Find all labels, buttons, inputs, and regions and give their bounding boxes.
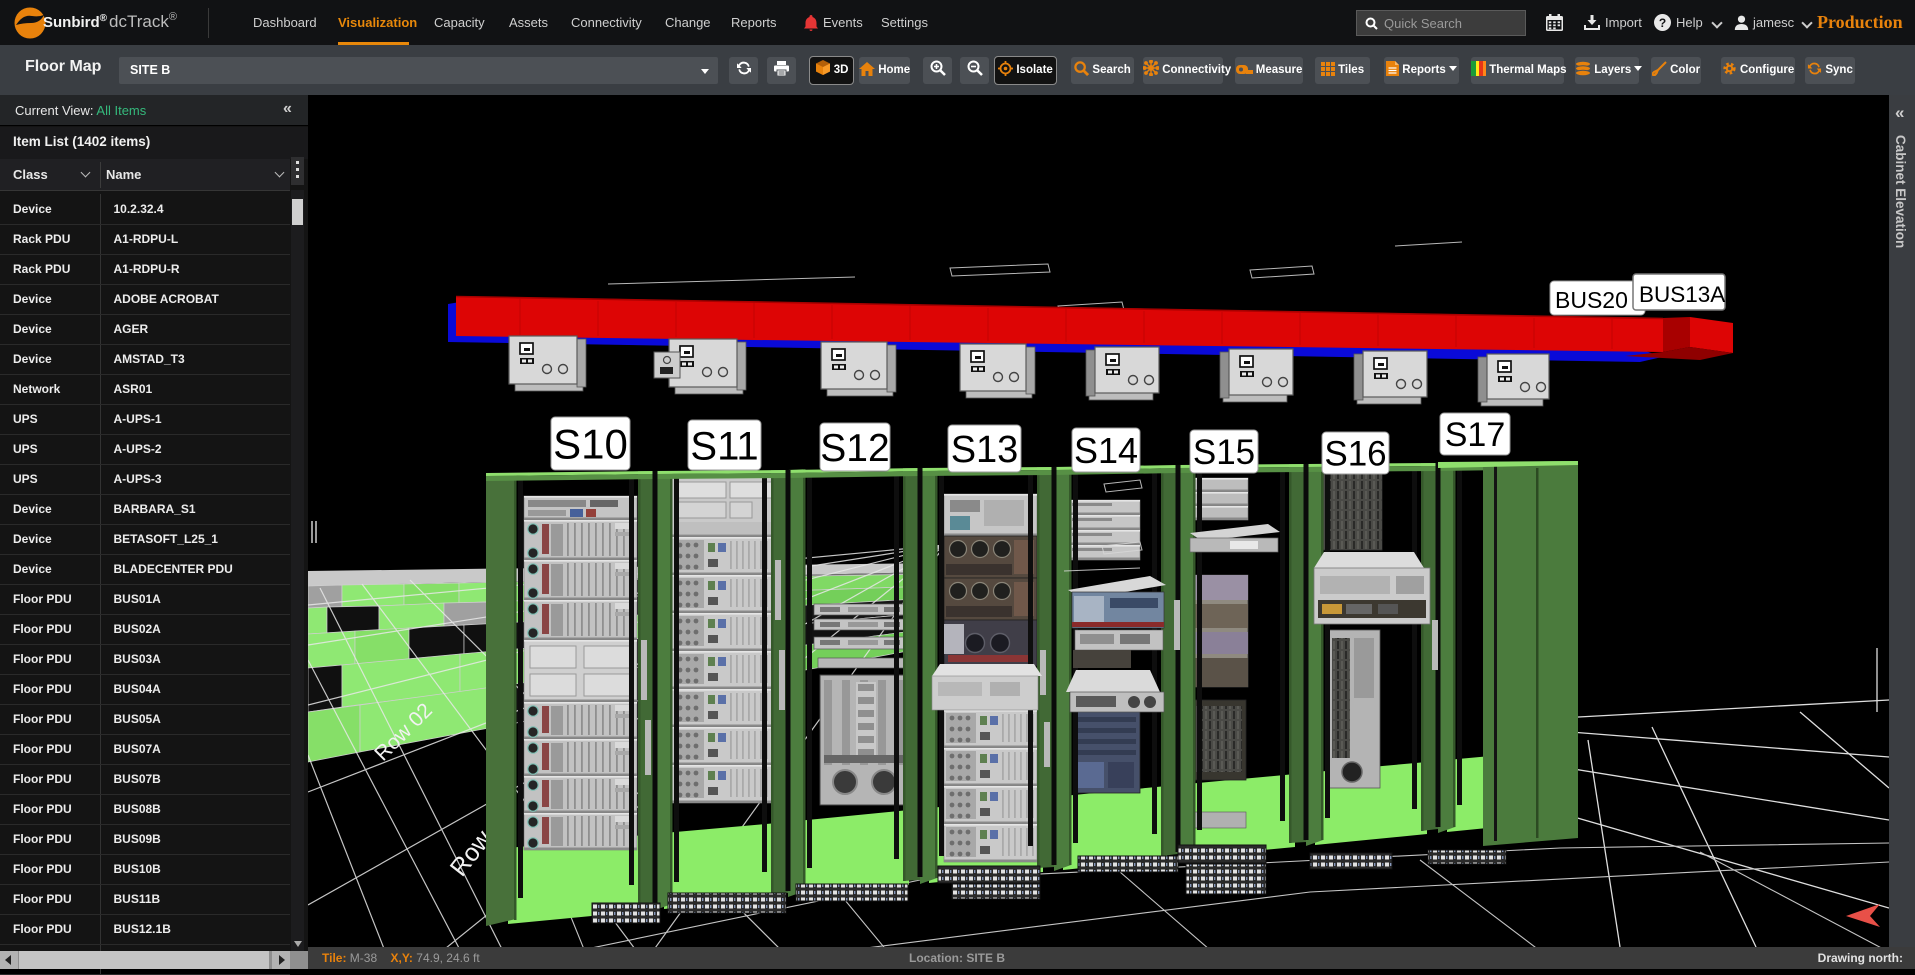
svg-text:S12: S12 [820,427,889,470]
svg-text:S17: S17 [1445,416,1506,454]
svg-text:S16: S16 [1324,435,1386,474]
svg-text:S15: S15 [1193,433,1255,472]
svg-text:S14: S14 [1074,430,1138,471]
svg-text:BUS13A: BUS13A [1639,282,1725,307]
svg-text:S13: S13 [951,429,1019,471]
svg-text:?: ? [1659,16,1666,30]
svg-text:BUS20: BUS20 [1555,287,1628,313]
svg-text:S10: S10 [553,421,628,468]
svg-text:S11: S11 [690,424,758,468]
